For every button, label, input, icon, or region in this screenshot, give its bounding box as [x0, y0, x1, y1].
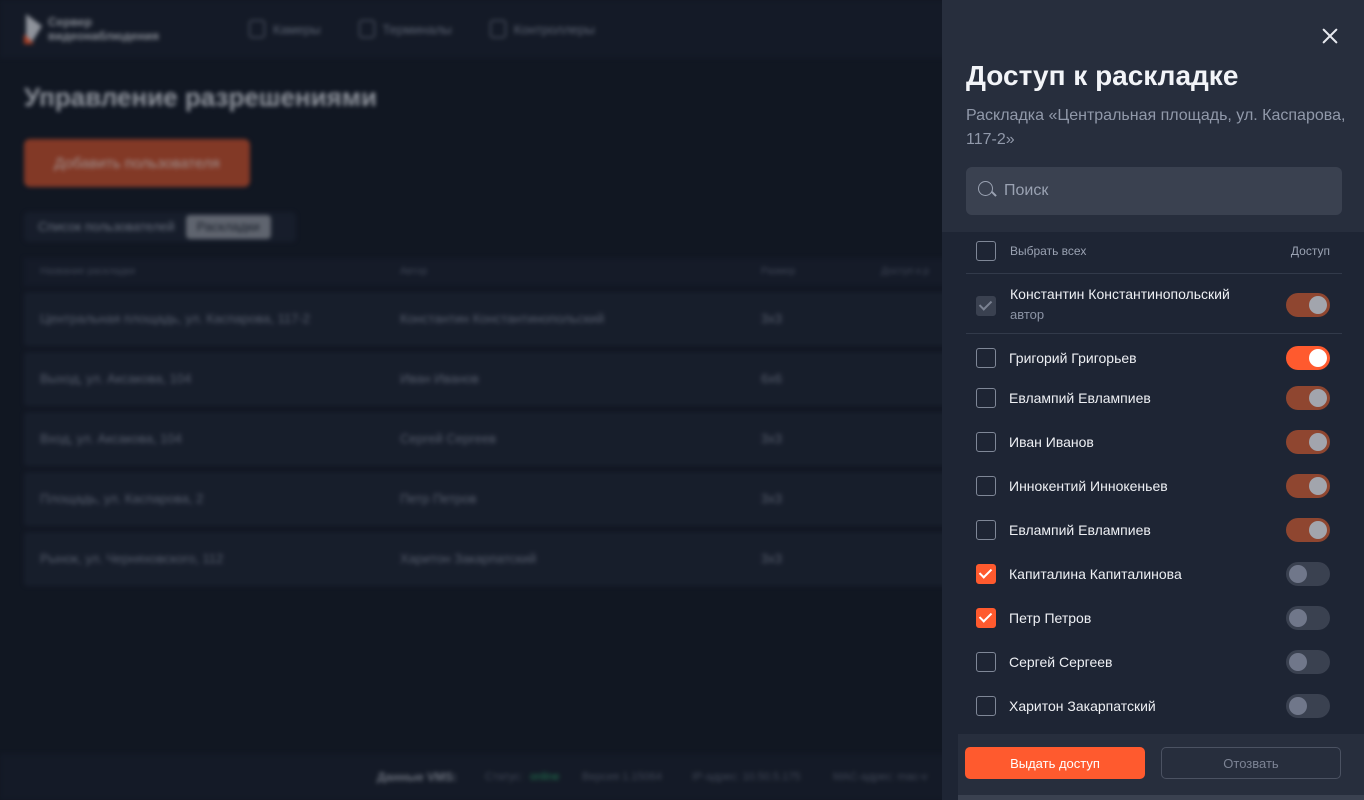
user-checkbox[interactable]: [976, 564, 996, 584]
access-toggle[interactable]: [1286, 386, 1330, 410]
list-header: Выбрать всех Доступ: [966, 238, 1342, 274]
panel-footer: Выдать доступ Отозвать: [958, 734, 1364, 800]
panel-title: Доступ к раскладке: [966, 60, 1239, 91]
access-toggle[interactable]: [1286, 606, 1330, 630]
user-checkbox[interactable]: [976, 432, 996, 452]
select-all-checkbox[interactable]: [976, 241, 996, 261]
author-row: Константин Константинопольский автор: [966, 280, 1342, 334]
user-row[interactable]: Евлампий Евлампиев: [966, 508, 1342, 552]
user-checkbox[interactable]: [976, 696, 996, 716]
modal-overlay[interactable]: [0, 0, 942, 800]
access-toggle[interactable]: [1286, 694, 1330, 718]
user-row[interactable]: Петр Петров: [966, 596, 1342, 640]
revoke-button[interactable]: Отозвать: [1161, 747, 1341, 779]
user-checkbox[interactable]: [976, 388, 996, 408]
user-row[interactable]: Евлампий Евлампиев: [966, 376, 1342, 420]
access-toggle[interactable]: [1286, 518, 1330, 542]
access-toggle[interactable]: [1286, 562, 1330, 586]
user-name: Иннокентий Иннокеньев: [1009, 478, 1168, 494]
user-checkbox[interactable]: [976, 476, 996, 496]
grant-access-button[interactable]: Выдать доступ: [965, 747, 1145, 779]
user-name: Харитон Закарпатский: [1009, 698, 1156, 714]
user-name: Сергей Сергеев: [1009, 654, 1113, 670]
author-role: автор: [1010, 307, 1045, 322]
access-toggle: [1286, 293, 1330, 317]
close-icon[interactable]: [1318, 24, 1342, 48]
user-name: Петр Петров: [1009, 610, 1092, 626]
user-name: Григорий Григорьев: [1009, 350, 1137, 366]
user-name: Иван Иванов: [1009, 434, 1094, 450]
layout-access-panel: Доступ к раскладке Раскладка «Центральна…: [942, 0, 1364, 800]
user-checkbox[interactable]: [976, 520, 996, 540]
user-row[interactable]: Григорий Григорьев: [966, 336, 1342, 380]
select-all-label: Выбрать всех: [1010, 244, 1087, 258]
user-name: Евлампий Евлампиев: [1009, 522, 1151, 538]
scrollbar-track: [958, 795, 1364, 800]
access-toggle[interactable]: [1286, 650, 1330, 674]
search-input[interactable]: [1004, 167, 1334, 215]
user-checkbox[interactable]: [976, 348, 996, 368]
access-toggle[interactable]: [1286, 430, 1330, 454]
search-field[interactable]: [966, 167, 1342, 215]
user-row[interactable]: Капиталина Капиталинова: [966, 552, 1342, 596]
search-icon: [978, 181, 997, 199]
access-toggle[interactable]: [1286, 346, 1330, 370]
access-toggle[interactable]: [1286, 474, 1330, 498]
user-checkbox[interactable]: [976, 608, 996, 628]
user-row[interactable]: Сергей Сергеев: [966, 640, 1342, 684]
user-name: Евлампий Евлампиев: [1009, 390, 1151, 406]
author-checkbox: [976, 296, 996, 316]
access-column-label: Доступ: [1290, 244, 1330, 258]
user-row[interactable]: Иван Иванов: [966, 420, 1342, 464]
user-checkbox[interactable]: [976, 652, 996, 672]
user-name: Капиталина Капиталинова: [1009, 566, 1182, 582]
author-name: Константин Константинопольский: [1010, 286, 1230, 302]
panel-subtitle: Раскладка «Центральная площадь, ул. Касп…: [966, 107, 1346, 148]
user-row[interactable]: Иннокентий Иннокеньев: [966, 464, 1342, 508]
user-row[interactable]: Харитон Закарпатский: [966, 684, 1342, 728]
